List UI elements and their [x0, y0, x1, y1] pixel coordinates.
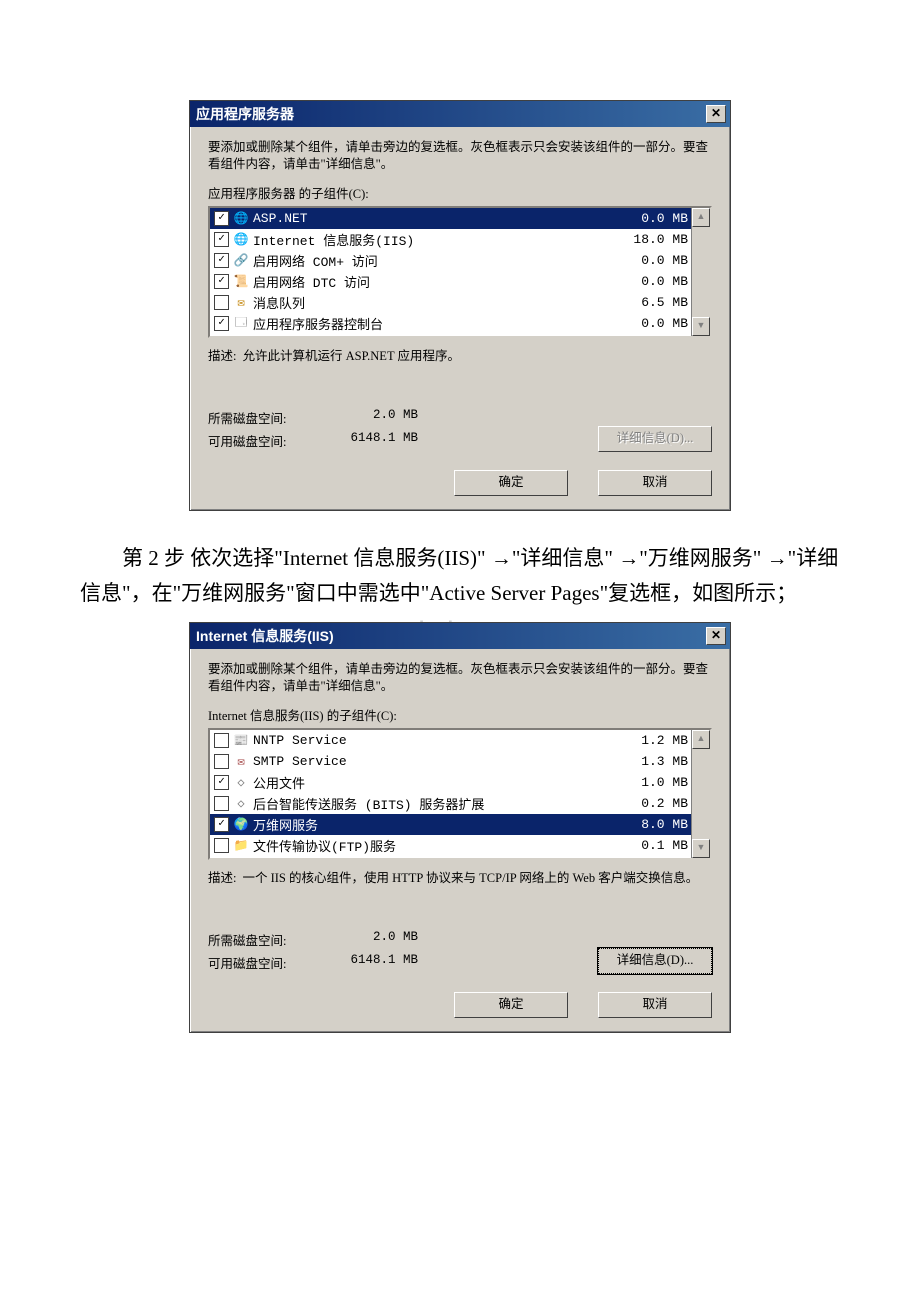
checkbox[interactable]	[214, 253, 229, 268]
details-button: 详细信息(D)...	[598, 426, 712, 452]
checkbox[interactable]	[214, 316, 229, 331]
item-size: 6.5 MB	[618, 295, 688, 310]
space-available-value: 6148.1 MB	[308, 953, 418, 972]
dialog-title: Internet 信息服务(IIS)	[196, 626, 334, 646]
item-name: 启用网络 DTC 访问	[253, 272, 618, 291]
checkbox[interactable]	[214, 796, 229, 811]
globe-icon: 🌐	[233, 231, 249, 247]
checkbox[interactable]	[214, 733, 229, 748]
checkbox[interactable]	[214, 295, 229, 310]
description-text: 允许此计算机运行 ASP.NET 应用程序。	[242, 348, 712, 398]
globe-icon: 🌐	[233, 210, 249, 226]
item-size: 18.0 MB	[618, 232, 688, 247]
list-item[interactable]: 🌐 ASP.NET0.0 MB	[210, 208, 710, 229]
iis-dialog: Internet 信息服务(IIS) ✕ 要添加或删除某个组件，请单击旁边的复选…	[189, 622, 731, 1033]
step-instruction: 第 2 步 依次选择"Internet 信息服务(IIS)" →"详细信息" →…	[80, 541, 840, 612]
components-listbox[interactable]: 📰 NNTP Service1.2 MB ✉ SMTP Service1.3 MB ◇公…	[208, 728, 712, 860]
list-item[interactable]: 📰 NNTP Service1.2 MB	[210, 730, 710, 751]
checkbox[interactable]	[214, 838, 229, 853]
item-size: 1.3 MB	[618, 754, 688, 769]
checkbox[interactable]	[214, 817, 229, 832]
list-item[interactable]: ◇后台智能传送服务 (BITS) 服务器扩展0.2 MB	[210, 793, 710, 814]
close-icon[interactable]: ✕	[706, 627, 726, 645]
list-item[interactable]: ✉ SMTP Service1.3 MB	[210, 751, 710, 772]
close-icon[interactable]: ✕	[706, 105, 726, 123]
item-name: 万维网服务	[253, 815, 618, 834]
checkbox[interactable]	[214, 775, 229, 790]
diamond-icon: ◇	[233, 795, 249, 811]
diamond-icon: ◇	[233, 774, 249, 790]
scroll-down-icon[interactable]: ▼	[692, 839, 710, 858]
cancel-button[interactable]: 取消	[598, 992, 712, 1018]
list-item[interactable]: 🗔应用程序服务器控制台0.0 MB	[210, 313, 710, 334]
instruction-text: 要添加或删除某个组件，请单击旁边的复选框。灰色框表示只会安装该组件的一部分。要查…	[208, 661, 712, 695]
components-listbox[interactable]: 🌐ASP.NET0.0 MB🌐Internet 信息服务(IIS)18.0 MB…	[208, 206, 712, 338]
item-size: 0.0 MB	[618, 316, 688, 331]
mq-icon: ✉	[233, 294, 249, 310]
item-name: Internet 信息服务(IIS)	[253, 230, 618, 249]
ok-button[interactable]: 确定	[454, 992, 568, 1018]
subcomponents-label: 应用程序服务器 的子组件(C):	[208, 183, 712, 202]
www-icon: 🌍	[233, 816, 249, 832]
item-name: 后台智能传送服务 (BITS) 服务器扩展	[253, 794, 618, 813]
list-item[interactable]: 🌐Internet 信息服务(IIS)18.0 MB	[210, 229, 710, 250]
item-name: 应用程序服务器控制台	[253, 314, 618, 333]
item-size: 0.1 MB	[618, 838, 688, 853]
smtp-icon: ✉	[233, 753, 249, 769]
scrollbar[interactable]: ▲ ▼	[691, 208, 710, 336]
checkbox[interactable]	[214, 754, 229, 769]
item-size: 0.0 MB	[618, 211, 688, 226]
description-text: 一个 IIS 的核心组件，使用 HTTP 协议来与 TCP/IP 网络上的 We…	[242, 870, 712, 920]
space-available-value: 6148.1 MB	[308, 431, 418, 450]
item-size: 0.0 MB	[618, 274, 688, 289]
space-available-label: 可用磁盘空间:	[208, 431, 308, 450]
dialog-title: 应用程序服务器	[196, 104, 294, 124]
list-item[interactable]: 📁文件传输协议(FTP)服务0.1 MB	[210, 835, 710, 856]
nntp-icon: 📰	[233, 732, 249, 748]
list-item[interactable]: ✉消息队列6.5 MB	[210, 292, 710, 313]
item-name: ASP.NET	[253, 211, 618, 226]
item-name: 消息队列	[253, 293, 618, 312]
console-icon: 🗔	[233, 315, 249, 331]
space-required-label: 所需磁盘空间:	[208, 408, 308, 427]
list-item[interactable]: 🔗启用网络 COM+ 访问0.0 MB	[210, 250, 710, 271]
app-server-dialog: 应用程序服务器 ✕ 要添加或删除某个组件，请单击旁边的复选框。灰色框表示只会安装…	[189, 100, 731, 511]
item-size: 0.0 MB	[618, 253, 688, 268]
titlebar[interactable]: Internet 信息服务(IIS) ✕	[190, 623, 730, 649]
cancel-button[interactable]: 取消	[598, 470, 712, 496]
scroll-down-icon[interactable]: ▼	[692, 317, 710, 336]
net-icon: 🔗	[233, 252, 249, 268]
item-size: 1.2 MB	[618, 733, 688, 748]
space-required-label: 所需磁盘空间:	[208, 930, 308, 949]
item-name: 公用文件	[253, 773, 618, 792]
scroll-up-icon[interactable]: ▲	[692, 208, 710, 227]
scroll-up-icon[interactable]: ▲	[692, 730, 710, 749]
instruction-text: 要添加或删除某个组件，请单击旁边的复选框。灰色框表示只会安装该组件的一部分。要查…	[208, 139, 712, 173]
checkbox[interactable]	[214, 232, 229, 247]
dtc-icon: 📜	[233, 273, 249, 289]
item-size: 8.0 MB	[618, 817, 688, 832]
item-name: 启用网络 COM+ 访问	[253, 251, 618, 270]
list-item[interactable]: ◇公用文件1.0 MB	[210, 772, 710, 793]
checkbox[interactable]	[214, 211, 229, 226]
ok-button[interactable]: 确定	[454, 470, 568, 496]
item-name: 文件传输协议(FTP)服务	[253, 836, 618, 855]
scrollbar[interactable]: ▲ ▼	[691, 730, 710, 858]
checkbox[interactable]	[214, 274, 229, 289]
space-required-value: 2.0 MB	[308, 408, 418, 427]
item-name: NNTP Service	[253, 733, 618, 748]
description-label: 描述:	[208, 348, 236, 398]
list-item[interactable]: 🌍万维网服务8.0 MB	[210, 814, 710, 835]
ftp-icon: 📁	[233, 837, 249, 853]
space-required-value: 2.0 MB	[308, 930, 418, 949]
details-button[interactable]: 详细信息(D)...	[598, 948, 712, 974]
item-size: 0.2 MB	[618, 796, 688, 811]
description-label: 描述:	[208, 870, 236, 920]
titlebar[interactable]: 应用程序服务器 ✕	[190, 101, 730, 127]
item-size: 1.0 MB	[618, 775, 688, 790]
subcomponents-label: Internet 信息服务(IIS) 的子组件(C):	[208, 705, 712, 724]
space-available-label: 可用磁盘空间:	[208, 953, 308, 972]
item-name: SMTP Service	[253, 754, 618, 769]
list-item[interactable]: 📜启用网络 DTC 访问0.0 MB	[210, 271, 710, 292]
